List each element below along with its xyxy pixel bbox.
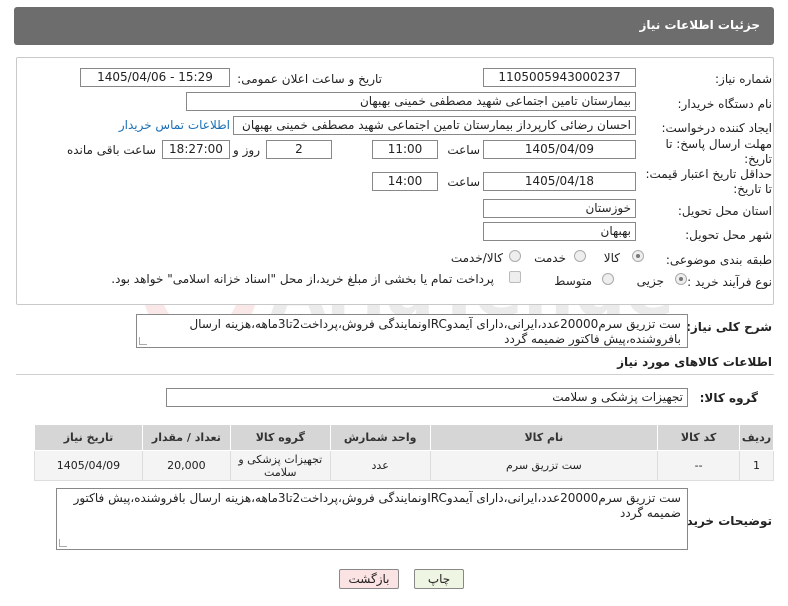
buyer-org-label: نام دستگاه خریدار: <box>677 97 773 111</box>
cell-unit: عدد <box>329 450 431 481</box>
process-label: نوع فرآیند خرید : <box>687 275 772 289</box>
buyer-notes-textarea[interactable]: ست تزریق سرم20000عدد،ایرانی،دارای آیمدوI… <box>56 488 688 550</box>
page-header: جزئیات اطلاعات نیاز <box>14 7 774 45</box>
buyer-notes-text: ست تزریق سرم20000عدد،ایرانی،دارای آیمدوI… <box>73 491 681 520</box>
col-item-group: گروه کالا <box>229 424 331 451</box>
cell-item-name: ست تزریق سرم <box>429 450 659 481</box>
contact-info-link[interactable]: اطلاعات تماس خریدار <box>119 118 230 132</box>
deadline-time-field: 11:00 <box>372 140 438 159</box>
treasury-payment-note: پرداخت تمام یا بخشی از مبلغ خرید،از محل … <box>111 272 494 286</box>
city-label: شهر محل تحویل: <box>685 228 772 242</box>
col-item-name: نام کالا <box>429 424 659 451</box>
cell-row-number: 1 <box>739 450 774 481</box>
items-table: ردیف کد کالا نام کالا واحد شمارش گروه کا… <box>34 424 774 481</box>
treasury-payment-checkbox[interactable] <box>509 271 521 283</box>
resize-grip-icon[interactable] <box>139 337 147 345</box>
divider <box>16 374 774 375</box>
category-radio-goods[interactable] <box>632 250 644 262</box>
creator-field: احسان رضائی کارپرداز بیمارستان تامین اجت… <box>233 116 636 135</box>
deadline-label-date: تاریخ: <box>744 152 772 166</box>
validity-time-field: 14:00 <box>372 172 438 191</box>
validity-time-label: ساعت <box>447 175 480 189</box>
cell-item-group: تجهیزات پزشکی و سلامت <box>229 450 331 481</box>
col-unit: واحد شمارش <box>329 424 431 451</box>
buyer-org-field: بیمارستان تامین اجتماعی شهید مصطفی خمینی… <box>186 92 636 111</box>
resize-grip-icon[interactable] <box>59 539 67 547</box>
goods-group-label: گروه کالا: <box>699 391 758 405</box>
page-title: جزئیات اطلاعات نیاز <box>639 18 760 32</box>
creator-label: ایجاد کننده درخواست: <box>661 121 772 135</box>
table-header-row: ردیف کد کالا نام کالا واحد شمارش گروه کا… <box>34 424 774 451</box>
category-option-goods-service: کالا/خدمت <box>450 251 503 265</box>
col-quantity: تعداد / مقدار <box>141 424 231 451</box>
remaining-time-field: 18:27:00 <box>162 140 230 159</box>
process-option-partial: جزیی <box>636 274 664 288</box>
deadline-label: مهلت ارسال پاسخ: تا <box>665 137 772 151</box>
goods-group-field: تجهیزات پزشکی و سلامت <box>166 388 688 407</box>
cell-need-date: 1405/04/09 <box>34 450 143 481</box>
deadline-date-field: 1405/04/09 <box>483 140 636 159</box>
col-need-date: تاریخ نیاز <box>34 424 143 451</box>
category-label: طبقه بندی موضوعی: <box>665 253 772 267</box>
category-option-goods: کالا <box>603 251 620 265</box>
validity-label: حداقل تاریخ اعتبار قیمت: <box>645 167 772 181</box>
description-text: ست تزریق سرم20000عدد،ایرانی،دارای آیمدوI… <box>189 317 681 346</box>
cell-item-code: -- <box>657 450 741 481</box>
remaining-time-label: ساعت باقی مانده <box>66 143 156 157</box>
days-label: روز و <box>233 143 260 157</box>
days-remaining-field: 2 <box>266 140 332 159</box>
description-textarea[interactable]: ست تزریق سرم20000عدد،ایرانی،دارای آیمدوI… <box>136 314 688 348</box>
need-number-field: 1105005943000237 <box>483 68 636 87</box>
print-button[interactable]: چاپ <box>414 569 464 589</box>
col-row-number: ردیف <box>739 424 774 451</box>
province-field: خوزستان <box>483 199 636 218</box>
description-label: شرح کلی نیاز: <box>686 320 772 334</box>
city-field: بهبهان <box>483 222 636 241</box>
col-item-code: کد کالا <box>657 424 741 451</box>
process-radio-medium[interactable] <box>602 273 614 285</box>
process-option-medium: متوسط <box>554 274 592 288</box>
cell-quantity: 20,000 <box>141 450 231 481</box>
category-option-service: خدمت <box>534 251 566 265</box>
goods-info-title: اطلاعات کالاهای مورد نیاز <box>617 355 772 369</box>
validity-label-date: تا تاریخ: <box>733 182 772 196</box>
need-number-label: شماره نیاز: <box>715 72 772 86</box>
validity-date-field: 1405/04/18 <box>483 172 636 191</box>
announce-label: تاریخ و ساعت اعلان عمومی: <box>237 72 382 86</box>
category-radio-goods-service[interactable] <box>509 250 521 262</box>
process-radio-partial[interactable] <box>675 273 687 285</box>
announce-date-field: 1405/04/06 - 15:29 <box>80 68 230 87</box>
province-label: استان محل تحویل: <box>677 204 772 218</box>
deadline-time-label: ساعت <box>447 143 480 157</box>
back-button[interactable]: بازگشت <box>339 569 399 589</box>
category-radio-service[interactable] <box>574 250 586 262</box>
table-row[interactable]: 1 -- ست تزریق سرم عدد تجهیزات پزشکی و سل… <box>34 450 774 481</box>
